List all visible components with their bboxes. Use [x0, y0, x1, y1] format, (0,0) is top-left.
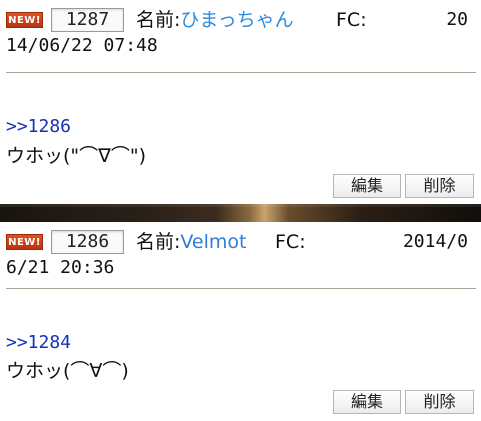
post-date-start: 2014/0 [402, 231, 468, 252]
post-date-rest: 6/21 20:36 [6, 257, 115, 278]
name-label: 名前: [136, 231, 181, 253]
edit-button[interactable]: 編集 [333, 390, 401, 414]
fc-label: FC: [275, 231, 306, 253]
reply-anchor-link[interactable]: >>1284 [6, 332, 71, 354]
header-divider [6, 288, 476, 289]
poster-name[interactable]: ひまっちゃん [180, 9, 293, 31]
reply-anchor-link[interactable]: >>1286 [6, 116, 71, 138]
new-badge: NEW! [6, 234, 43, 250]
post-date-rest: 14/06/22 07:48 [6, 35, 158, 56]
name-field: 名前:ひまっちゃん [136, 8, 294, 32]
delete-button[interactable]: 削除 [405, 174, 474, 198]
post-number[interactable]: 1287 [51, 8, 124, 32]
post-message: ウホッ("⌒∇⌒") [6, 145, 147, 167]
post-1287: NEW! 1287 名前:ひまっちゃん FC: 20 14/06/22 07:4… [0, 0, 481, 204]
poster-name[interactable]: Velmot [180, 231, 246, 253]
post-header: NEW! 1286 名前:Velmot FC: 2014/0 [6, 230, 476, 254]
post-1286: NEW! 1286 名前:Velmot FC: 2014/0 6/21 20:3… [0, 222, 481, 421]
new-badge: NEW! [6, 12, 43, 28]
post-message: ウホッ(⌒∀⌒) [6, 360, 129, 382]
post-number[interactable]: 1286 [51, 230, 124, 254]
post-date-start: 20 [446, 9, 468, 30]
post-separator [0, 204, 481, 222]
delete-button[interactable]: 削除 [405, 390, 474, 414]
edit-button[interactable]: 編集 [333, 174, 401, 198]
name-field: 名前:Velmot [136, 230, 246, 254]
name-label: 名前: [136, 9, 181, 31]
post-header: NEW! 1287 名前:ひまっちゃん FC: 20 [6, 8, 476, 32]
fc-label: FC: [336, 9, 367, 31]
header-divider [6, 72, 476, 73]
